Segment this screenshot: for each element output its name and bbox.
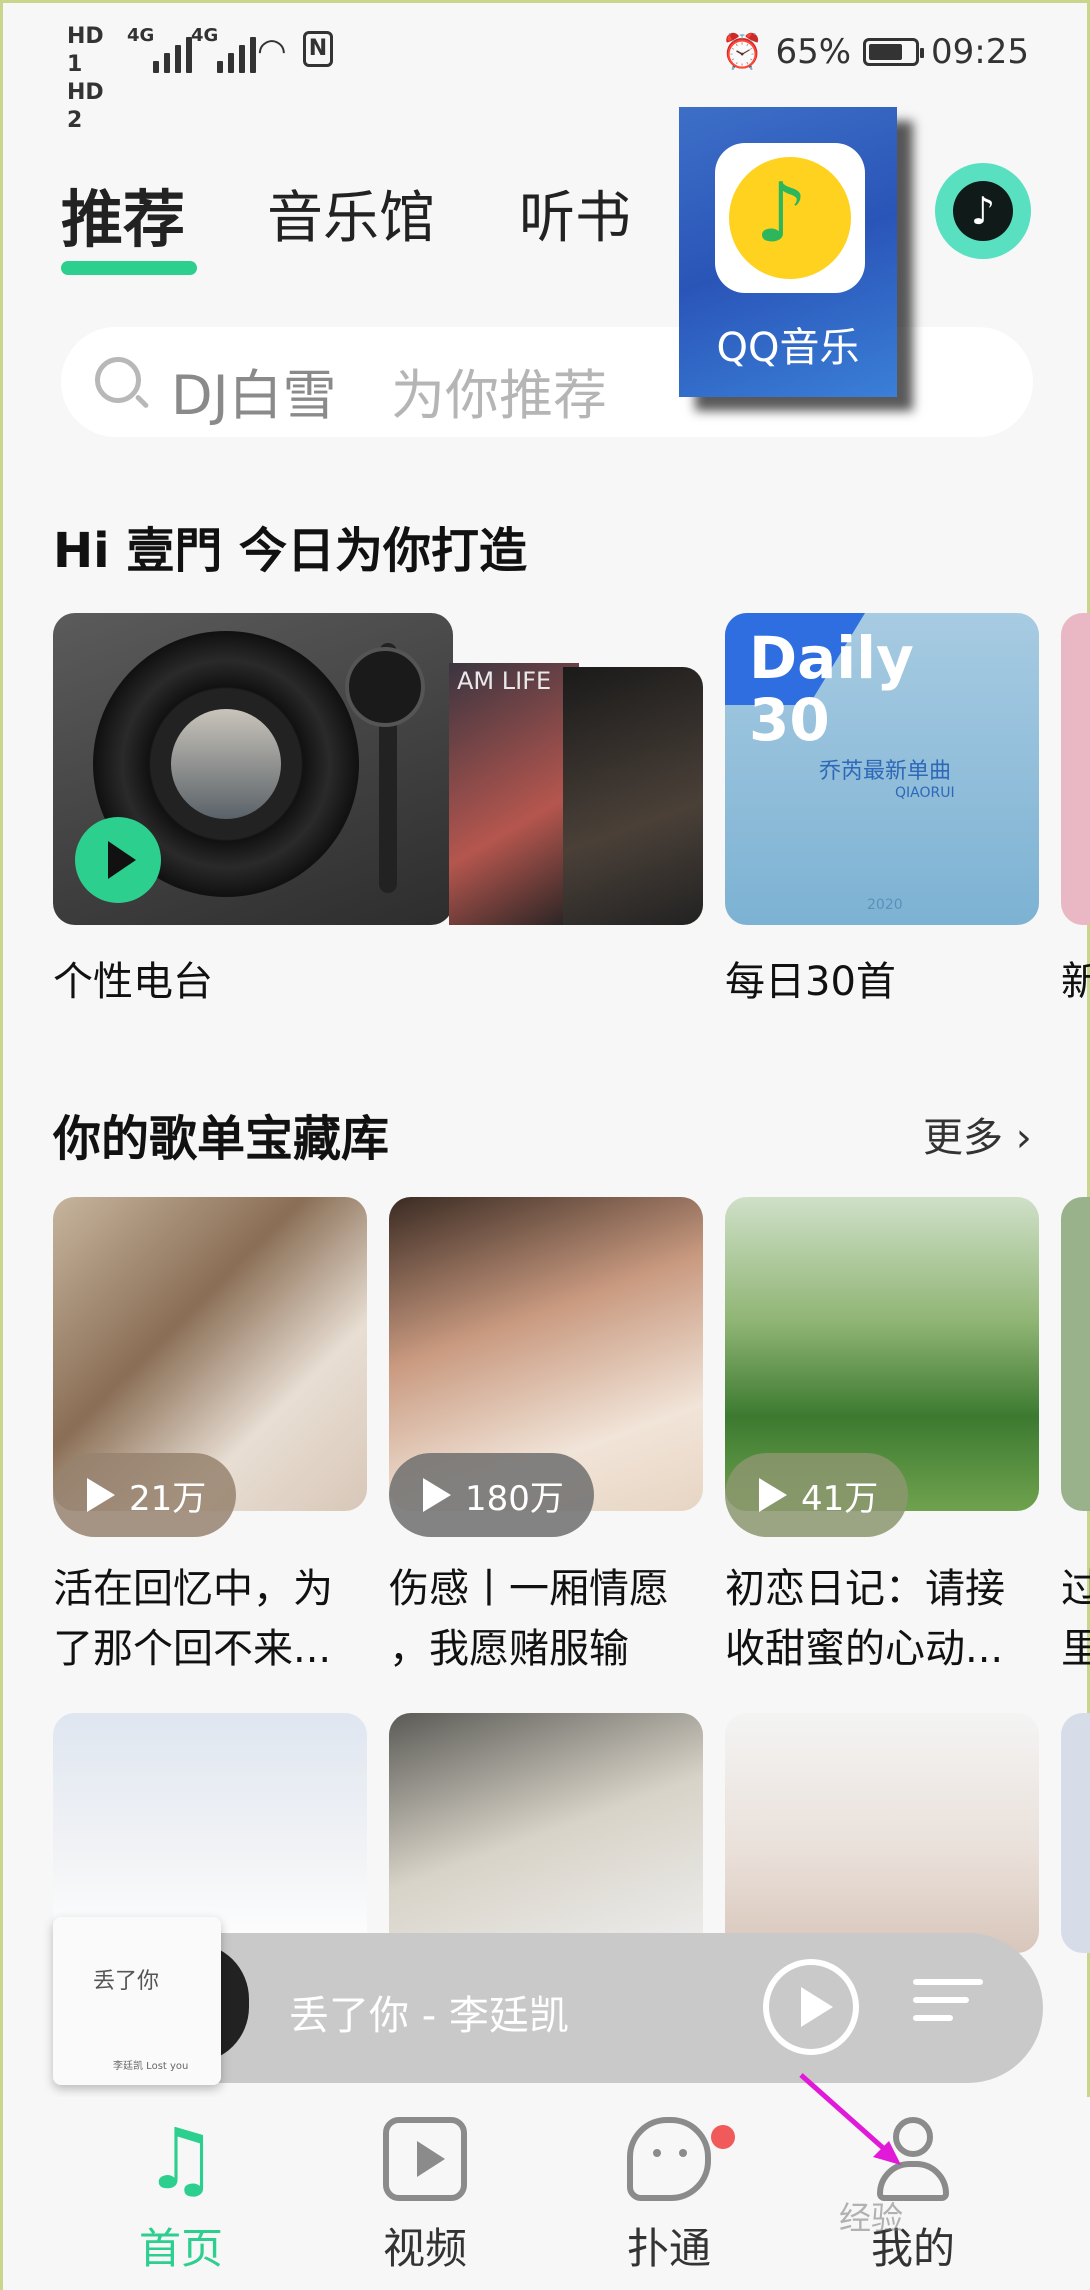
qq-music-logo-icon: ♪ xyxy=(715,143,865,293)
play-count-badge: 180万 xyxy=(389,1453,594,1537)
status-right: ⏰ 65% 09:25 xyxy=(721,29,1029,75)
signal-1-icon: 4G xyxy=(127,25,192,73)
network-2-label: 4G xyxy=(191,25,219,46)
play-radio-button[interactable] xyxy=(75,817,161,903)
tab-underline xyxy=(61,261,197,275)
playlists-title: 你的歌单宝藏库 xyxy=(53,1111,390,1167)
play-count: 41万 xyxy=(801,1478,879,1519)
now-playing-title: 丢了你 - 李廷凯 xyxy=(289,1993,569,2039)
nav-video-label: 视频 xyxy=(382,2224,467,2273)
album-cover-1: AM LIFE xyxy=(449,663,579,925)
greeting-title: Hi 壹門 今日为你打造 xyxy=(53,523,528,579)
playlist-card-peek[interactable] xyxy=(1061,1713,1090,1953)
cover-title: 丢了你 xyxy=(93,1969,160,1994)
battery-percent: 65% xyxy=(775,32,852,72)
album-cover-2 xyxy=(563,667,703,925)
clock: 09:25 xyxy=(931,32,1029,72)
video-icon xyxy=(383,2117,467,2201)
music-note-icon: ♪ xyxy=(953,181,1013,241)
daily-cover-line1: Daily xyxy=(749,624,914,692)
app-logo-overlay: ♪ QQ音乐 xyxy=(679,107,897,397)
signal-2-icon: 4G xyxy=(191,25,256,73)
annotation-arrow-icon xyxy=(799,2073,901,2165)
face-icon xyxy=(627,2117,711,2201)
playlist-queue-icon[interactable] xyxy=(913,1979,983,2039)
tonearm-head xyxy=(345,647,425,727)
playlist-card[interactable]: 21万 xyxy=(53,1197,367,1537)
network-1-label: 4G xyxy=(127,25,155,46)
wifi-icon: ◠ xyxy=(257,31,287,71)
playlist-title: 伤感丨一厢情愿 ，我愿赌服输 xyxy=(389,1566,669,1672)
play-pause-button[interactable] xyxy=(763,1959,859,2055)
tab-audiobooks[interactable]: 听书 xyxy=(519,173,631,254)
playlist-card[interactable] xyxy=(389,1713,703,1953)
daily-cover-caption: 乔芮最新单曲 xyxy=(819,759,952,784)
hd2-label: HD 2 xyxy=(67,80,104,133)
play-count: 180万 xyxy=(465,1478,564,1519)
notification-badge xyxy=(711,2125,735,2149)
playlist-card[interactable] xyxy=(725,1713,1039,1953)
search-icon xyxy=(95,357,141,403)
tab-recommend[interactable]: 推荐 xyxy=(61,169,185,259)
cover-subtitle: 李廷凯 Lost you xyxy=(113,2061,189,2072)
personal-radio-card[interactable] xyxy=(53,613,453,925)
daily-30-label: 每日30首 xyxy=(725,959,896,1005)
play-count-badge: 21万 xyxy=(53,1453,237,1537)
daily-cover-line2: 30 xyxy=(749,686,830,754)
next-card-label: 新 xyxy=(1061,959,1090,1005)
nav-putong-label: 扑通 xyxy=(626,2224,711,2273)
play-icon xyxy=(423,1478,451,1512)
chevron-right-icon: › xyxy=(1015,1115,1032,1161)
playlist-card-peek[interactable] xyxy=(1061,1197,1090,1511)
play-icon xyxy=(759,1478,787,1512)
search-hint: 为你推荐 xyxy=(391,364,607,427)
search-placeholder: DJ白雪 xyxy=(171,364,337,427)
app-name: QQ音乐 xyxy=(716,325,860,371)
play-icon xyxy=(87,1478,115,1512)
nav-home[interactable]: ♫ 首页 xyxy=(91,2117,271,2276)
alarm-icon: ⏰ xyxy=(721,32,764,72)
music-note-icon: ♫ xyxy=(143,2110,219,2208)
next-card-peek[interactable] xyxy=(1061,613,1090,925)
playlist-title: 活在回忆中，为 了那个回不来... xyxy=(53,1566,333,1672)
hd1-label: HD 1 xyxy=(67,24,104,77)
playlist-title: 初恋日记：请接 收甜蜜的心动... xyxy=(725,1566,1005,1672)
play-count-badge: 41万 xyxy=(725,1453,909,1537)
playlist-title: 过里 xyxy=(1061,1566,1090,1672)
more-label: 更多 xyxy=(923,1115,1003,1161)
music-recognition-button[interactable]: ♪ xyxy=(935,163,1031,259)
more-link[interactable]: 更多 › xyxy=(923,1105,1032,1163)
battery-icon xyxy=(863,38,925,66)
nav-home-label: 首页 xyxy=(138,2224,223,2273)
tab-music-hall[interactable]: 音乐馆 xyxy=(267,173,435,254)
mini-player-cover[interactable]: 丢了你 李廷凯 Lost you xyxy=(53,1917,221,2085)
hd-indicator: HD 1 HD 2 xyxy=(67,23,119,135)
play-count: 21万 xyxy=(129,1478,207,1519)
daily-cover-year: 2020 xyxy=(867,897,903,913)
nfc-icon: N xyxy=(303,31,333,67)
daily-30-card[interactable]: Daily 30 乔芮最新单曲 QIAORUI 2020 xyxy=(725,613,1039,925)
nav-video[interactable]: 视频 xyxy=(335,2117,515,2276)
playlist-card[interactable]: 41万 xyxy=(725,1197,1039,1537)
status-bar: HD 1 HD 2 4G 4G ◠ N ⏰ 65% 09:25 xyxy=(3,3,1090,133)
watermark: 经验 xyxy=(839,2199,904,2237)
personal-radio-label: 个性电台 xyxy=(53,959,213,1005)
daily-cover-sub: QIAORUI xyxy=(895,785,955,801)
playlist-card[interactable]: 180万 xyxy=(389,1197,703,1537)
